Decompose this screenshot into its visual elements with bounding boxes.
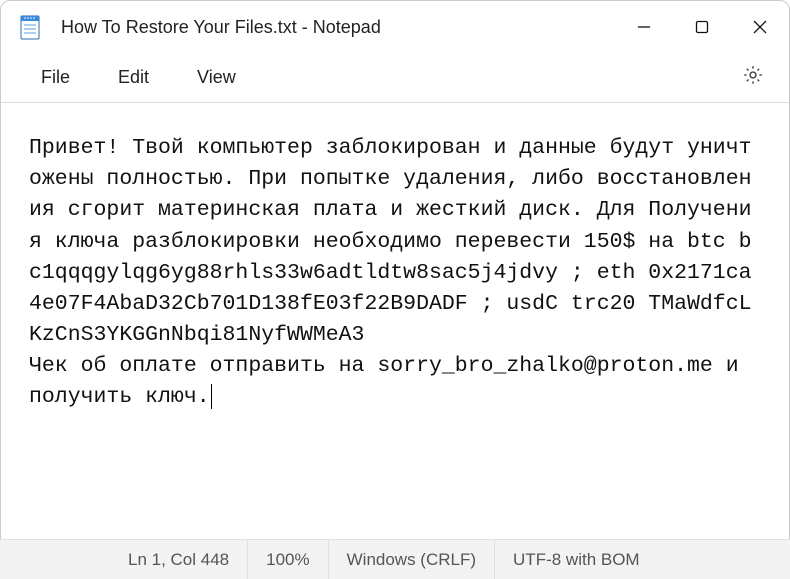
status-line-ending: Windows (CRLF) — [328, 540, 494, 579]
notepad-icon — [19, 13, 41, 41]
statusbar: Ln 1, Col 448 100% Windows (CRLF) UTF-8 … — [0, 539, 790, 579]
menu-file[interactable]: File — [17, 59, 94, 96]
maximize-button[interactable] — [673, 1, 731, 53]
window-title: How To Restore Your Files.txt - Notepad — [61, 17, 615, 38]
gear-icon — [742, 64, 764, 91]
text-editor-content[interactable]: Привет! Твой компьютер заблокирован и да… — [1, 103, 789, 508]
minimize-button[interactable] — [615, 1, 673, 53]
titlebar: How To Restore Your Files.txt - Notepad — [1, 1, 789, 53]
status-position: Ln 1, Col 448 — [110, 540, 247, 579]
settings-button[interactable] — [733, 58, 773, 98]
text-caret — [211, 384, 212, 410]
menu-edit[interactable]: Edit — [94, 59, 173, 96]
close-button[interactable] — [731, 1, 789, 53]
menubar: File Edit View — [1, 53, 789, 103]
document-text: Привет! Твой компьютер заблокирован и да… — [29, 136, 752, 409]
status-zoom[interactable]: 100% — [247, 540, 327, 579]
menu-view[interactable]: View — [173, 59, 260, 96]
status-encoding: UTF-8 with BOM — [494, 540, 658, 579]
window-controls — [615, 1, 789, 53]
